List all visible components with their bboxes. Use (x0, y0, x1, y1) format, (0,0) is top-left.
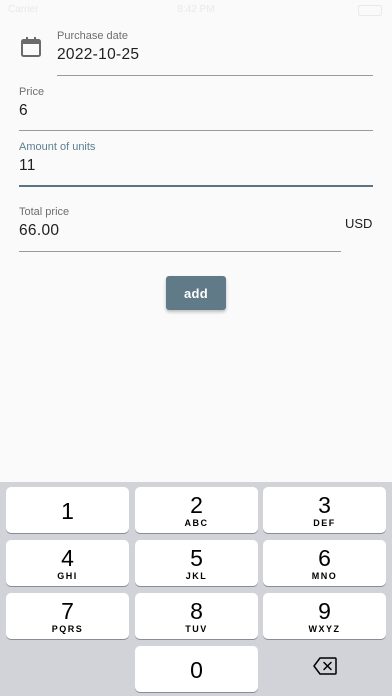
purchase-date-value[interactable]: 2022-10-25 (57, 46, 139, 64)
key-letters: PQRS (51, 624, 84, 634)
key-0[interactable]: 0 (135, 646, 258, 692)
calendar-icon[interactable] (20, 36, 42, 58)
key-letters: TUV (185, 624, 208, 634)
key-letters: JKL (185, 571, 208, 581)
delete-key[interactable] (263, 645, 386, 691)
purchase-date-label: Purchase date (57, 30, 128, 42)
key-digit: 0 (190, 657, 203, 683)
key-2[interactable]: 2 ABC (135, 487, 258, 533)
key-digit: 2 (190, 492, 203, 518)
screen: Carrier 8:42 PM Purchase date 2022-10-25… (0, 0, 392, 696)
key-5[interactable]: 5 JKL (135, 540, 258, 586)
key-letters: GHI (57, 571, 78, 581)
key-digit: 1 (61, 498, 74, 524)
battery-icon (358, 5, 382, 16)
key-1[interactable]: 1 (6, 487, 129, 533)
amount-of-units-underline (19, 185, 373, 187)
key-letters: MNO (311, 571, 338, 581)
clock: 8:42 PM (177, 4, 215, 15)
key-9[interactable]: 9 WXYZ (263, 593, 386, 639)
key-6[interactable]: 6 MNO (263, 540, 386, 586)
status-bar: Carrier 8:42 PM (0, 0, 392, 20)
key-3[interactable]: 3 DEF (263, 487, 386, 533)
key-digit: 7 (61, 598, 74, 624)
currency-label: USD (345, 216, 373, 231)
total-price-underline (19, 251, 341, 252)
total-price-value: 66.00 (19, 222, 60, 239)
add-button[interactable]: add (166, 276, 226, 310)
key-digit: 5 (190, 545, 203, 571)
price-label: Price (19, 86, 45, 98)
key-letters: ABC (184, 518, 209, 528)
key-digit: 9 (318, 598, 331, 624)
price-value[interactable]: 6 (19, 102, 28, 120)
numeric-keypad: 1 2 ABC 3 DEF 4 GHI 5 JKL 6 MNO 7 PQRS 8… (0, 482, 392, 696)
price-underline (19, 130, 373, 131)
purchase-date-underline (57, 75, 373, 76)
key-7[interactable]: 7 PQRS (6, 593, 129, 639)
total-price-field: Total price 66.00 (19, 206, 341, 254)
backspace-icon (312, 656, 337, 680)
key-digit: 3 (318, 492, 331, 518)
purchase-date-field[interactable]: Purchase date 2022-10-25 (57, 30, 373, 76)
key-letters: DEF (313, 518, 336, 528)
key-digit: 4 (61, 545, 74, 571)
total-price-label: Total price (19, 206, 70, 218)
amount-of-units-field[interactable]: Amount of units 11 (19, 141, 373, 189)
key-4[interactable]: 4 GHI (6, 540, 129, 586)
key-digit: 6 (318, 545, 331, 571)
amount-of-units-label: Amount of units (19, 141, 96, 153)
key-8[interactable]: 8 TUV (135, 593, 258, 639)
amount-of-units-value[interactable]: 11 (19, 157, 36, 175)
key-digit: 8 (190, 598, 203, 624)
key-letters: WXYZ (308, 624, 341, 634)
price-field[interactable]: Price 6 (19, 86, 373, 132)
